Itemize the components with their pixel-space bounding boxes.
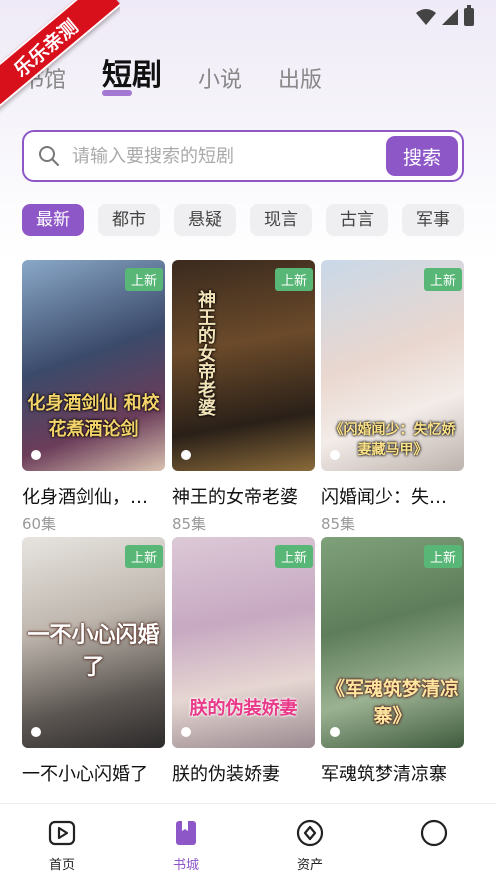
new-badge: 上新 (124, 268, 163, 291)
search-button[interactable]: 搜索 (386, 136, 458, 176)
book-icon (176, 821, 196, 845)
drama-poster[interactable]: 上新 朕的伪装娇妻 (172, 537, 315, 748)
chip-modern-romance[interactable]: 现言 (250, 204, 312, 236)
bottom-nav: 首页 书城 资产 (0, 803, 496, 883)
chip-latest[interactable]: 最新 (22, 204, 84, 236)
drama-card[interactable]: 上新 化身酒剑仙 和校花煮酒论剑 化身酒剑仙，… 60集 (22, 260, 165, 534)
poster-title: 《闪婚闻少：失忆娇妻藏马甲》 (329, 422, 456, 458)
new-badge: 上新 (124, 545, 163, 568)
drama-title: 闪婚闻少：失… (321, 487, 447, 508)
nav-label: 资产 (296, 858, 323, 873)
poster-title: 一不小心闪婚了 (27, 623, 160, 680)
battery-icon (464, 5, 474, 26)
new-badge: 上新 (423, 545, 462, 568)
drama-poster[interactable]: 上新 化身酒剑仙 和校花煮酒论剑 (22, 260, 165, 471)
nav-home[interactable]: 首页 (0, 804, 124, 883)
search-bar: 搜索 (22, 130, 464, 182)
wifi-icon (416, 9, 436, 25)
tab-novel[interactable]: 小说 (198, 62, 242, 100)
drama-poster[interactable]: 上新 《闪婚闻少：失忆娇妻藏马甲》 (321, 260, 464, 471)
search-input[interactable] (72, 145, 386, 167)
play-icon (330, 727, 340, 737)
play-icon (330, 450, 340, 460)
episode-count: 85集 (321, 515, 356, 533)
play-icon (31, 727, 41, 737)
chip-ancient-romance[interactable]: 古言 (326, 204, 388, 236)
nav-assets[interactable]: 资产 (248, 804, 372, 883)
profile-icon (420, 819, 448, 847)
signal-icon (442, 9, 458, 25)
episode-count: 85集 (172, 515, 207, 533)
drama-card[interactable]: 上新 《闪婚闻少：失忆娇妻藏马甲》 闪婚闻少：失… 85集 (321, 260, 464, 534)
nav-bookstore[interactable]: 书城 (124, 804, 248, 883)
new-badge: 上新 (423, 268, 462, 291)
episode-count: 60集 (22, 515, 57, 533)
drama-title: 军魂筑梦清凉寨 (321, 764, 447, 785)
chip-military[interactable]: 军事 (402, 204, 464, 236)
ribbon-text: 乐乐亲测 (0, 0, 120, 115)
search-icon (39, 146, 59, 166)
status-icons (416, 5, 474, 26)
poster-title: 化身酒剑仙 和校花煮酒论剑 (27, 393, 160, 440)
drama-card[interactable]: 上新 朕的伪装娇妻 朕的伪装娇妻 (172, 537, 315, 786)
play-icon (181, 727, 191, 737)
drama-title: 朕的伪装娇妻 (172, 764, 280, 785)
chip-mystery[interactable]: 悬疑 (174, 204, 236, 236)
poster-title: 朕的伪装娇妻 (189, 698, 298, 719)
play-icon (48, 820, 76, 846)
play-icon (181, 450, 191, 460)
poster-title: 神王的女帝老婆 (195, 290, 216, 416)
drama-card[interactable]: 上新 神王的女帝老婆 神王的女帝老婆 85集 (172, 260, 315, 534)
diamond-icon (296, 819, 324, 847)
genre-chips: 最新 都市 悬疑 现言 古言 军事 (22, 204, 496, 238)
tab-publish[interactable]: 出版 (278, 62, 322, 100)
nav-profile[interactable] (372, 804, 496, 883)
play-icon (31, 450, 41, 460)
new-badge: 上新 (274, 268, 313, 291)
new-badge: 上新 (274, 545, 313, 568)
drama-poster[interactable]: 上新 一不小心闪婚了 (22, 537, 165, 748)
drama-card[interactable]: 上新 《军魂筑梦清凉寨》 军魂筑梦清凉寨 (321, 537, 464, 786)
drama-poster[interactable]: 上新 神王的女帝老婆 (172, 260, 315, 471)
drama-poster[interactable]: 上新 《军魂筑梦清凉寨》 (321, 537, 464, 748)
chip-urban[interactable]: 都市 (98, 204, 160, 236)
corner-ribbon: 乐乐亲测 (0, 0, 120, 120)
nav-label: 书城 (172, 858, 199, 873)
drama-title: 一不小心闪婚了 (22, 764, 148, 785)
nav-label: 首页 (48, 858, 75, 873)
drama-title: 神王的女帝老婆 (172, 487, 298, 508)
drama-title: 化身酒剑仙，… (22, 487, 148, 508)
drama-card[interactable]: 上新 一不小心闪婚了 一不小心闪婚了 (22, 537, 165, 786)
poster-title: 《军魂筑梦清凉寨》 (325, 678, 459, 727)
